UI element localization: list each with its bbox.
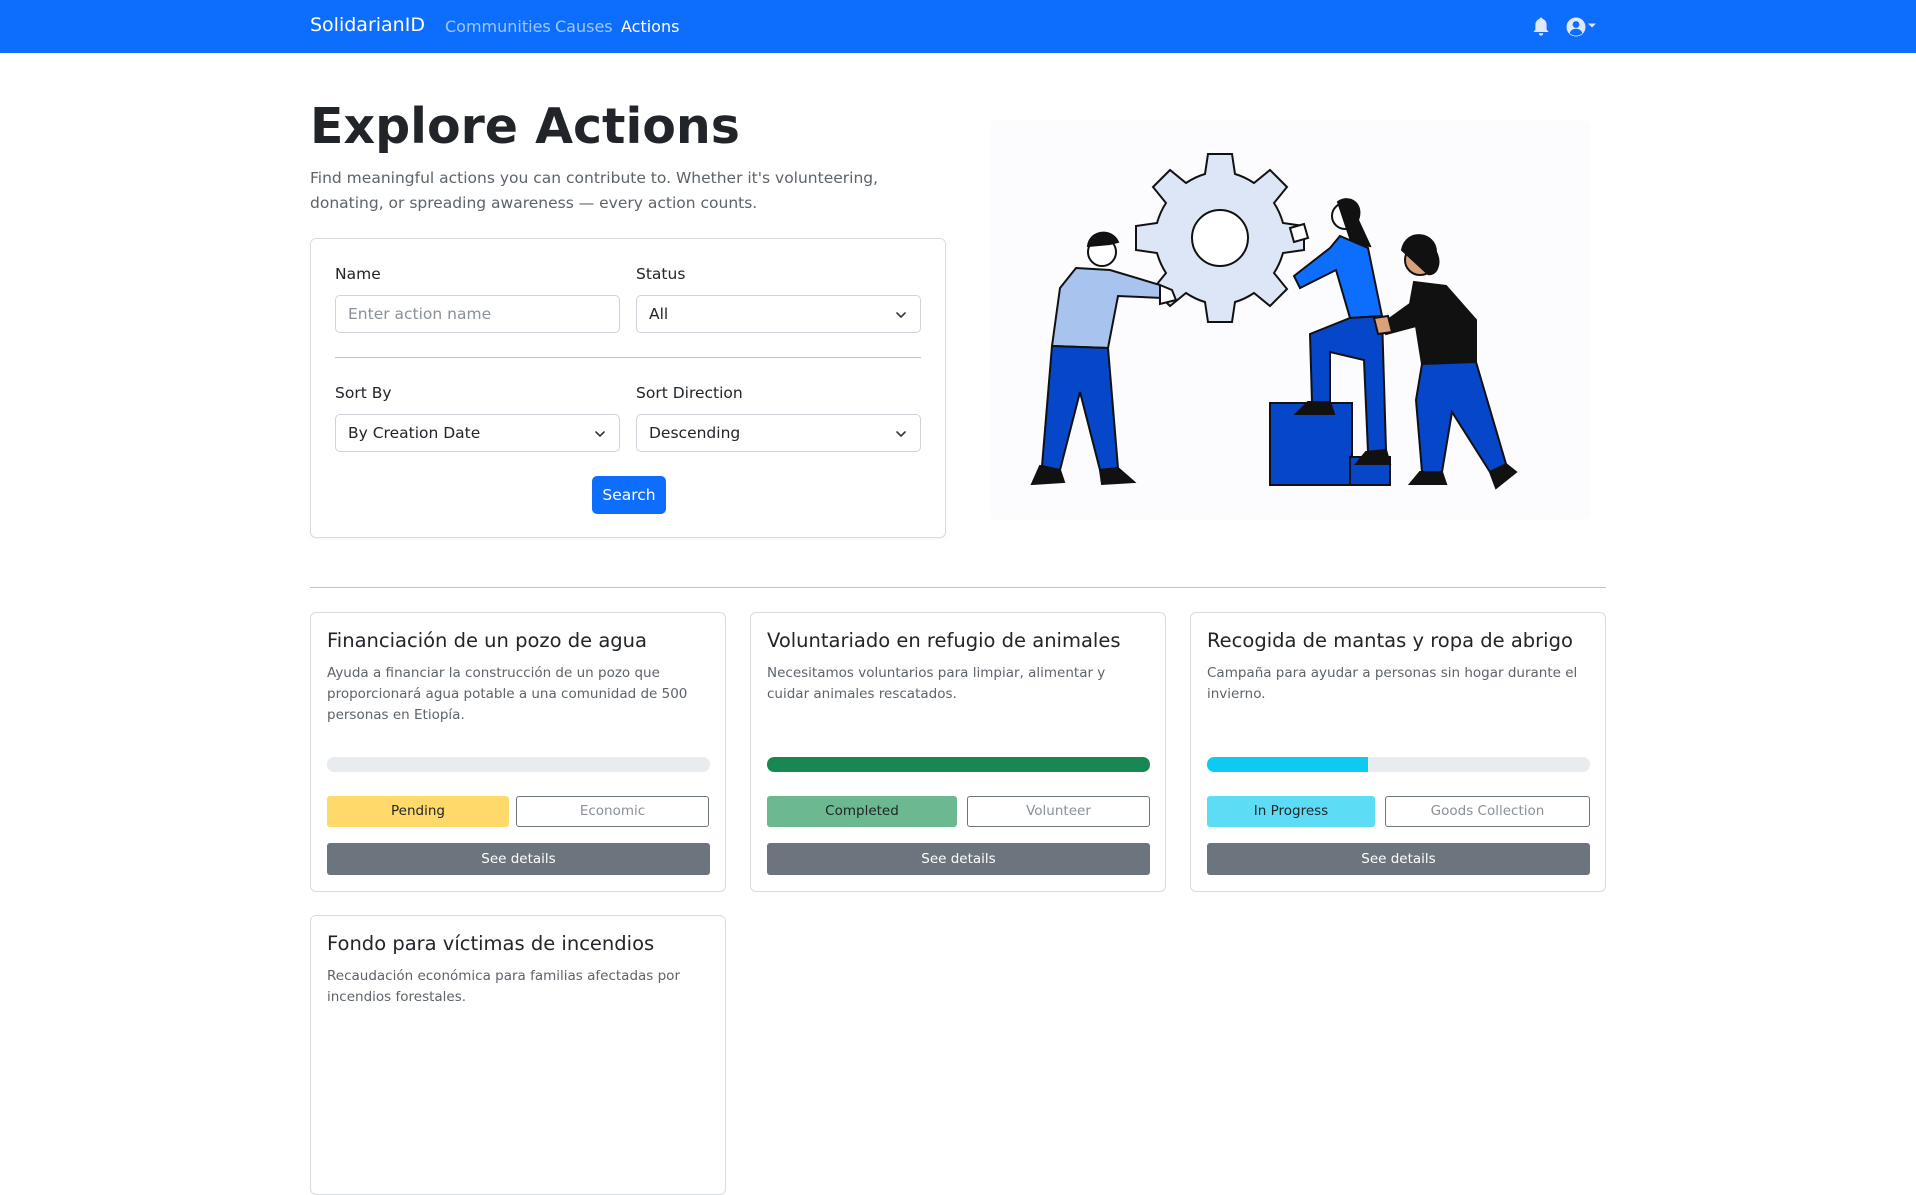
section-divider [310, 587, 1606, 588]
status-badge: In Progress [1207, 796, 1375, 827]
action-description: Ayuda a financiar la construcción de un … [327, 665, 688, 723]
name-label: Name [335, 265, 381, 283]
chevron-down-icon [896, 431, 906, 437]
status-select[interactable]: All [636, 295, 921, 333]
action-card: Voluntariado en refugio de animales Nece… [750, 612, 1166, 892]
chevron-down-icon [896, 312, 906, 318]
sort-by-label: Sort By [335, 384, 392, 402]
chevron-down-icon [595, 431, 605, 437]
action-description: Campaña para ayudar a personas sin hogar… [1207, 665, 1578, 702]
brand-logo[interactable]: SolidarianID [310, 14, 425, 36]
bell-icon[interactable] [1532, 17, 1550, 37]
user-menu-icon[interactable] [1565, 16, 1599, 38]
name-input[interactable]: Enter action name [335, 295, 620, 333]
page-subtitle: Find meaningful actions you can contribu… [310, 169, 879, 212]
type-badge: Economic [516, 796, 709, 827]
see-details-button[interactable]: See details [767, 843, 1150, 875]
sort-direction-label: Sort Direction [636, 384, 743, 402]
action-progress-bar [767, 757, 1150, 772]
search-button[interactable]: Search [592, 476, 666, 514]
see-details-button[interactable]: See details [1207, 843, 1590, 875]
see-details-button[interactable]: See details [327, 843, 710, 875]
action-title: Fondo para víctimas de incendios [327, 932, 655, 955]
action-card: Fondo para víctimas de incendios Recauda… [310, 915, 726, 1195]
status-label: Status [636, 265, 686, 283]
filter-divider [335, 357, 921, 358]
action-description: Necesitamos voluntarios para limpiar, al… [767, 665, 1106, 702]
action-title: Voluntariado en refugio de animales [767, 629, 1121, 652]
nav-link-causes[interactable]: Causes [555, 17, 613, 36]
status-badge: Completed [767, 796, 957, 827]
sort-direction-select[interactable]: Descending [636, 414, 921, 452]
status-badge: Pending [327, 796, 509, 827]
action-progress-fill [1207, 757, 1368, 772]
top-navbar: SolidarianID Communities Causes Actions [0, 0, 1916, 53]
nav-link-actions[interactable]: Actions [621, 17, 679, 36]
action-progress-fill [767, 757, 1150, 772]
action-card: Financiación de un pozo de agua Ayuda a … [310, 612, 726, 892]
action-progress-bar [1207, 757, 1590, 772]
sort-by-select[interactable]: By Creation Date [335, 414, 620, 452]
page-title: Explore Actions [310, 98, 740, 155]
sort-direction-select-value: Descending [649, 424, 741, 442]
filter-form: Name Enter action name Status All Sort B… [310, 238, 946, 538]
action-card: Recogida de mantas y ropa de abrigo Camp… [1190, 612, 1606, 892]
sort-by-select-value: By Creation Date [348, 424, 481, 442]
status-select-value: All [649, 305, 669, 323]
teamwork-illustration [990, 120, 1590, 520]
action-description: Recaudación económica para familias afec… [327, 968, 680, 1005]
action-title: Recogida de mantas y ropa de abrigo [1207, 629, 1573, 652]
type-badge: Volunteer [967, 796, 1150, 827]
action-progress-bar [327, 757, 710, 772]
type-badge: Goods Collection [1385, 796, 1590, 827]
nav-link-communities[interactable]: Communities [445, 17, 551, 36]
action-title: Financiación de un pozo de agua [327, 629, 647, 652]
